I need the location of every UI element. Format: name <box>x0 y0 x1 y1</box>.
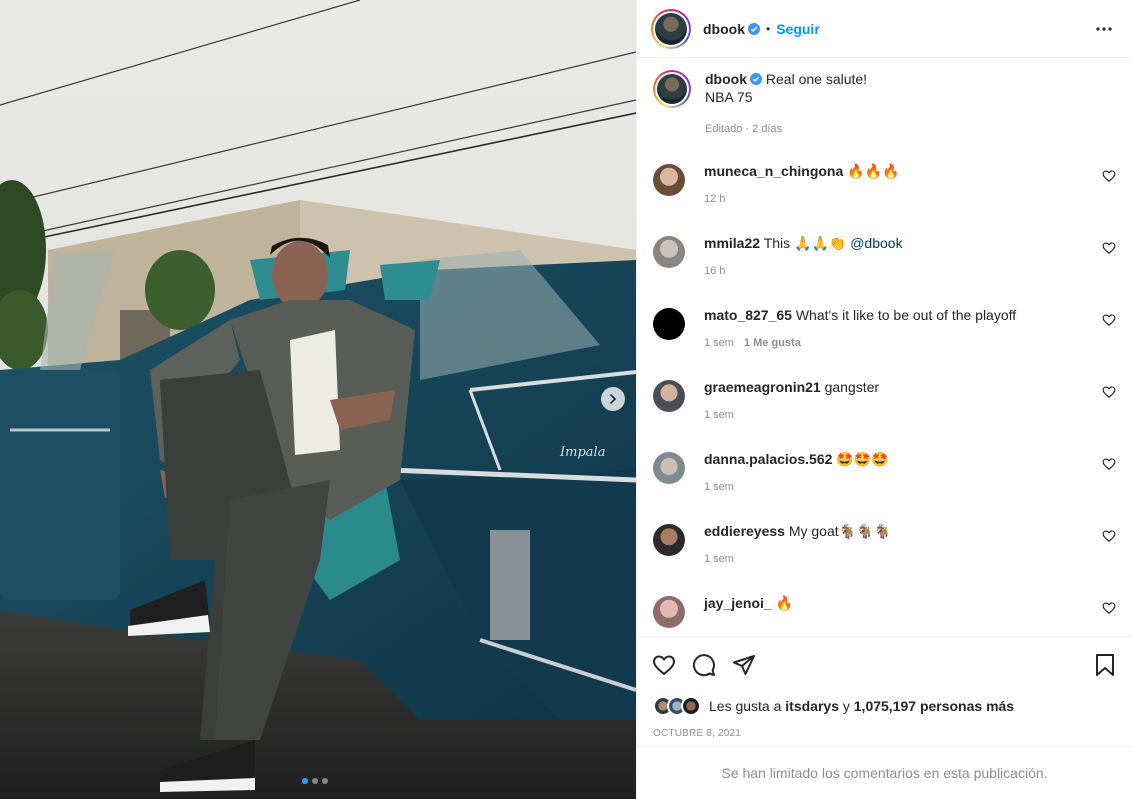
commenter-avatar[interactable] <box>653 596 685 628</box>
liker-avatars[interactable] <box>653 696 701 716</box>
next-slide-button[interactable] <box>601 387 625 411</box>
commenter-username[interactable]: graemeagronin21 <box>704 379 821 395</box>
caption-avatar[interactable] <box>653 70 691 108</box>
comment-item: eddiereyess My goat🐐🐐🐐 1 sem <box>653 522 1116 594</box>
comment-text: 🔥🔥🔥 <box>847 163 900 179</box>
heart-icon[interactable] <box>1102 169 1116 183</box>
comment-text: What's it like to be out of the playoff <box>795 307 1017 323</box>
likes-row: Les gusta a itsdarys y 1,075,197 persona… <box>637 692 1132 720</box>
heart-icon[interactable] <box>1102 601 1116 615</box>
verified-badge-icon <box>750 73 762 85</box>
comment-time: 1 sem <box>704 337 734 349</box>
comment-text: This 🙏🙏👏 <box>763 235 847 251</box>
comment-item: muneca_n_chingona 🔥🔥🔥 12 h <box>653 162 1116 234</box>
commenter-avatar[interactable] <box>653 236 685 268</box>
post-photo: Impala <box>0 0 636 799</box>
action-bar <box>637 636 1132 692</box>
liker-username[interactable]: itsdarys <box>785 698 839 714</box>
slide-dot <box>302 778 308 784</box>
comments-scroll[interactable]: dbook Real one salute! NBA 75 Editado · … <box>637 58 1132 636</box>
commenter-username[interactable]: mato_827_65 <box>704 307 792 323</box>
verified-badge-icon <box>748 22 760 35</box>
post-media[interactable]: Impala <box>0 0 636 799</box>
commenter-username[interactable]: jay_jenoi_ <box>704 595 772 611</box>
slide-dot <box>322 778 328 784</box>
likes-joiner: y <box>842 698 850 714</box>
caption-text-line1: Real one salute! <box>765 71 868 87</box>
comment-time: 16 h <box>704 265 726 277</box>
heart-icon[interactable] <box>1102 313 1116 327</box>
more-options-button[interactable] <box>1092 17 1116 41</box>
author-avatar[interactable] <box>651 8 691 49</box>
heart-icon[interactable] <box>1102 385 1116 399</box>
likes-count[interactable]: 1,075,197 personas más <box>854 698 1014 714</box>
comment-text: My goat🐐🐐🐐 <box>788 523 891 539</box>
comment-item: graemeagronin21 gangster 1 sem <box>653 378 1116 450</box>
more-options-icon <box>1096 26 1112 31</box>
comment-item: mmila22 This 🙏🙏👏 @dbook 16 h <box>653 234 1116 306</box>
comment-item: danna.palacios.562 🤩🤩🤩 1 sem <box>653 450 1116 522</box>
comment-text: 🤩🤩🤩 <box>836 451 889 467</box>
comment-item: mato_827_65 What's it like to be out of … <box>653 306 1116 378</box>
commenter-avatar[interactable] <box>653 308 685 340</box>
caption-text-line2: NBA 75 <box>705 89 753 105</box>
comment-time: 1 sem <box>704 481 734 493</box>
instagram-post: Impala dbook • Seguir dbook Real one sal… <box>0 0 1132 799</box>
separator-dot: • <box>766 21 771 36</box>
share-button[interactable] <box>731 652 757 678</box>
likes-prefix: Les gusta a <box>709 698 782 714</box>
heart-icon[interactable] <box>1102 457 1116 471</box>
post-header: dbook • Seguir <box>637 0 1132 58</box>
comment-time: 12 h <box>704 193 726 205</box>
heart-icon[interactable] <box>1102 529 1116 543</box>
author-username[interactable]: dbook <box>703 21 745 37</box>
comments-limited-notice: Se han limitado los comentarios en esta … <box>637 746 1132 799</box>
comment-time: 1 sem <box>704 409 734 421</box>
post-sidebar: dbook • Seguir dbook Real one salute! NB… <box>636 0 1132 799</box>
chevron-right-icon <box>610 394 617 404</box>
commenter-avatar[interactable] <box>653 524 685 556</box>
post-caption: dbook Real one salute! NBA 75 Editado · … <box>653 58 1116 162</box>
comment-mention[interactable]: @dbook <box>850 235 902 251</box>
comment-text: gangster <box>824 379 880 395</box>
commenter-username[interactable]: muneca_n_chingona <box>704 163 843 179</box>
comment-icon <box>693 653 715 676</box>
comment-button[interactable] <box>691 652 717 678</box>
save-button[interactable] <box>1092 652 1118 678</box>
comment-likes[interactable]: 1 Me gusta <box>744 337 801 349</box>
slide-indicator <box>302 778 328 784</box>
comment-text: 🔥 <box>775 595 794 611</box>
slide-dot <box>312 778 318 784</box>
commenter-avatar[interactable] <box>653 452 685 484</box>
heart-icon <box>653 655 675 675</box>
heart-icon[interactable] <box>1102 241 1116 255</box>
comment-item: jay_jenoi_ 🔥 <box>653 594 1116 636</box>
comment-time: 1 sem <box>704 553 734 565</box>
commenter-username[interactable]: danna.palacios.562 <box>704 451 832 467</box>
bookmark-icon <box>1096 653 1114 676</box>
like-button[interactable] <box>651 652 677 678</box>
post-date[interactable]: OCTUBRE 8, 2021 <box>637 720 1132 746</box>
commenter-username[interactable]: mmila22 <box>704 235 760 251</box>
share-icon <box>733 654 755 675</box>
commenter-avatar[interactable] <box>653 380 685 412</box>
comment-list: muneca_n_chingona 🔥🔥🔥 12 h mmila22 This … <box>653 162 1116 636</box>
caption-meta: Editado · 2 días <box>705 123 783 135</box>
svg-text:Impala: Impala <box>559 445 605 460</box>
follow-button[interactable]: Seguir <box>776 21 820 37</box>
commenter-avatar[interactable] <box>653 164 685 196</box>
caption-username[interactable]: dbook <box>705 71 747 87</box>
commenter-username[interactable]: eddiereyess <box>704 523 785 539</box>
